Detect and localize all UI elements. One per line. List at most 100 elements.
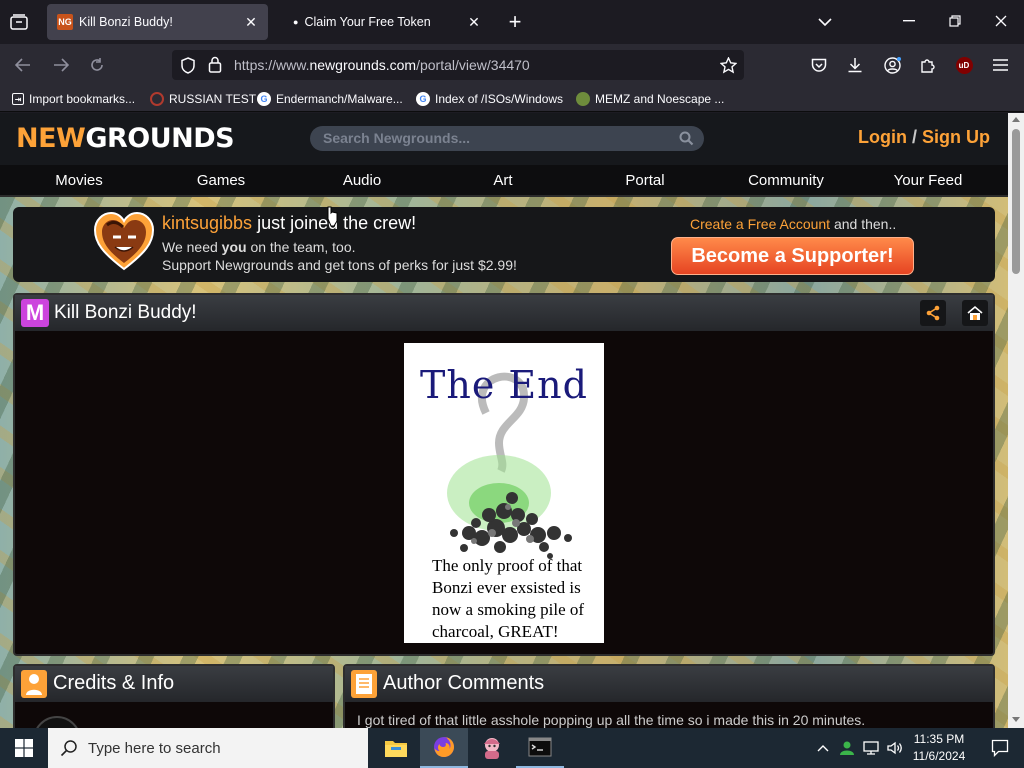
url-text[interactable]: https://www.newgrounds.com/portal/view/3… <box>234 57 530 73</box>
movie-icon: M <box>21 299 49 327</box>
taskbar-terminal[interactable] <box>516 728 564 768</box>
banner-title: kintsugibbs just joined the crew! <box>162 213 417 233</box>
start-button[interactable] <box>0 728 48 768</box>
new-tab-button[interactable]: + <box>504 9 526 34</box>
heart-mascot-icon <box>93 211 155 271</box>
tab-claim-your-free-token[interactable]: ● Claim Your Free Token ✕ <box>279 4 491 40</box>
nav-games[interactable]: Games <box>197 172 245 189</box>
lamp-icon <box>967 305 983 320</box>
ublock-button[interactable]: uD <box>953 54 975 76</box>
close-tab-icon[interactable]: ✕ <box>242 13 260 31</box>
forward-arrow-icon <box>54 58 69 72</box>
page-scrollbar[interactable] <box>1008 113 1024 728</box>
taskbar-search-input[interactable]: Type here to search <box>48 728 368 768</box>
tray-app-button[interactable] <box>836 728 858 768</box>
bookmark-russian-test[interactable]: RUSSIAN TEST <box>150 90 256 108</box>
url-bar[interactable]: https://www.newgrounds.com/portal/view/3… <box>172 50 744 80</box>
google-icon: G <box>416 92 430 106</box>
scroll-down-arrow-icon[interactable] <box>1012 717 1020 722</box>
nav-art[interactable]: Art <box>493 172 512 189</box>
become-supporter-button[interactable]: Become a Supporter! <box>671 237 914 275</box>
folder-icon <box>385 741 407 757</box>
banner-line-2: Support Newgrounds and get tons of perks… <box>162 257 517 273</box>
list-all-tabs-button[interactable] <box>814 12 836 32</box>
bookmark-endermanch-malware[interactable]: G Endermanch/Malware... <box>257 90 403 108</box>
network-icon <box>863 741 879 755</box>
site-nav: Movies Games Audio Art Portal Community … <box>0 165 1008 197</box>
login-link[interactable]: Login <box>858 127 907 147</box>
forward-button[interactable] <box>50 54 72 76</box>
taskbar-firefox[interactable] <box>420 728 468 768</box>
nav-your-feed[interactable]: Your Feed <box>894 172 963 189</box>
nav-movies[interactable]: Movies <box>55 172 103 189</box>
game-frame[interactable]: The End The only proof of that Bonzi eve… <box>404 343 604 643</box>
memz-icon <box>576 92 590 106</box>
chevron-down-icon <box>818 18 832 27</box>
end-screen-title: The End <box>420 363 588 407</box>
signup-link[interactable]: Sign Up <box>922 127 990 147</box>
bookmark-index-of-isos[interactable]: G Index of /ISOs/Windows <box>416 90 563 108</box>
puzzle-icon <box>921 59 935 73</box>
share-button[interactable] <box>920 300 946 326</box>
import-icon: ⇥ <box>12 93 24 105</box>
game-title: Kill Bonzi Buddy! <box>54 302 197 323</box>
bookmark-memz-noescape[interactable]: MEMZ and Noescape ... <box>576 90 724 108</box>
speaker-icon <box>887 741 902 755</box>
scroll-up-arrow-icon[interactable] <box>1012 117 1020 122</box>
search-icon <box>60 740 77 757</box>
show-hidden-icons-button[interactable] <box>812 728 834 768</box>
close-tab-icon[interactable]: ✕ <box>465 13 483 31</box>
windows-taskbar: Type here to search 11:35 PM 11/6/2024 <box>0 728 1024 768</box>
chevron-up-icon <box>817 745 829 752</box>
supporter-banner: kintsugibbs just joined the crew! We nee… <box>13 207 995 282</box>
author-avatar[interactable] <box>33 716 81 728</box>
newgrounds-logo[interactable]: NEWGROUNDS <box>16 122 235 156</box>
taskbar-anime-app[interactable] <box>468 728 516 768</box>
taskbar-clock[interactable]: 11:35 PM 11/6/2024 <box>906 731 972 765</box>
nav-portal[interactable]: Portal <box>625 172 664 189</box>
pocket-button[interactable] <box>808 54 830 76</box>
lights-button[interactable] <box>962 300 988 326</box>
credits-panel: Credits & Info <box>13 664 335 728</box>
extensions-button[interactable] <box>917 54 939 76</box>
search-icon[interactable] <box>679 131 694 146</box>
notifications-button[interactable] <box>976 728 1024 768</box>
firefox-icon <box>434 737 454 757</box>
lock-icon[interactable] <box>208 56 222 73</box>
person-tray-icon <box>840 741 854 755</box>
network-button[interactable] <box>860 728 882 768</box>
volume-button[interactable] <box>884 728 906 768</box>
tab-list-icon <box>10 14 28 30</box>
author-comments-panel: Author Comments I got tired of that litt… <box>343 664 995 728</box>
taskbar-file-explorer[interactable] <box>372 728 420 768</box>
terminal-icon <box>528 737 552 757</box>
tab-kill-bonzi-buddy[interactable]: NG Kill Bonzi Buddy! ✕ <box>47 4 268 40</box>
reload-button[interactable] <box>86 54 108 76</box>
account-button[interactable] <box>881 54 903 76</box>
plus-icon: + <box>508 9 522 34</box>
close-window-button[interactable] <box>990 10 1012 32</box>
bookmark-star-icon[interactable] <box>720 57 737 74</box>
tab-list-button[interactable] <box>8 12 30 32</box>
scrollbar-thumb[interactable] <box>1012 129 1020 274</box>
nav-community[interactable]: Community <box>748 172 824 189</box>
site-search-input[interactable]: Search Newgrounds... <box>310 126 704 151</box>
clock-date: 11/6/2024 <box>912 749 966 763</box>
nav-audio[interactable]: Audio <box>343 172 381 189</box>
tab-title: Claim Your Free Token <box>304 15 431 29</box>
restore-button[interactable] <box>944 10 966 32</box>
shield-icon[interactable] <box>180 57 196 74</box>
reload-icon <box>91 58 103 71</box>
banner-username[interactable]: kintsugibbs <box>162 213 252 233</box>
minimize-button[interactable] <box>898 10 920 32</box>
minimize-icon <box>903 20 915 22</box>
clock-time: 11:35 PM <box>913 732 965 746</box>
create-account-link[interactable]: Create a Free Account <box>690 216 830 232</box>
app-menu-button[interactable] <box>989 54 1011 76</box>
bookmarks-toolbar: ⇥ Import bookmarks... RUSSIAN TEST G End… <box>0 86 1024 112</box>
text-cursor-icon <box>327 206 338 227</box>
back-button[interactable] <box>12 54 34 76</box>
downloads-button[interactable] <box>844 54 866 76</box>
bookmark-import[interactable]: ⇥ Import bookmarks... <box>12 90 135 108</box>
banner-line-1: We need you on the team, too. <box>162 239 356 255</box>
